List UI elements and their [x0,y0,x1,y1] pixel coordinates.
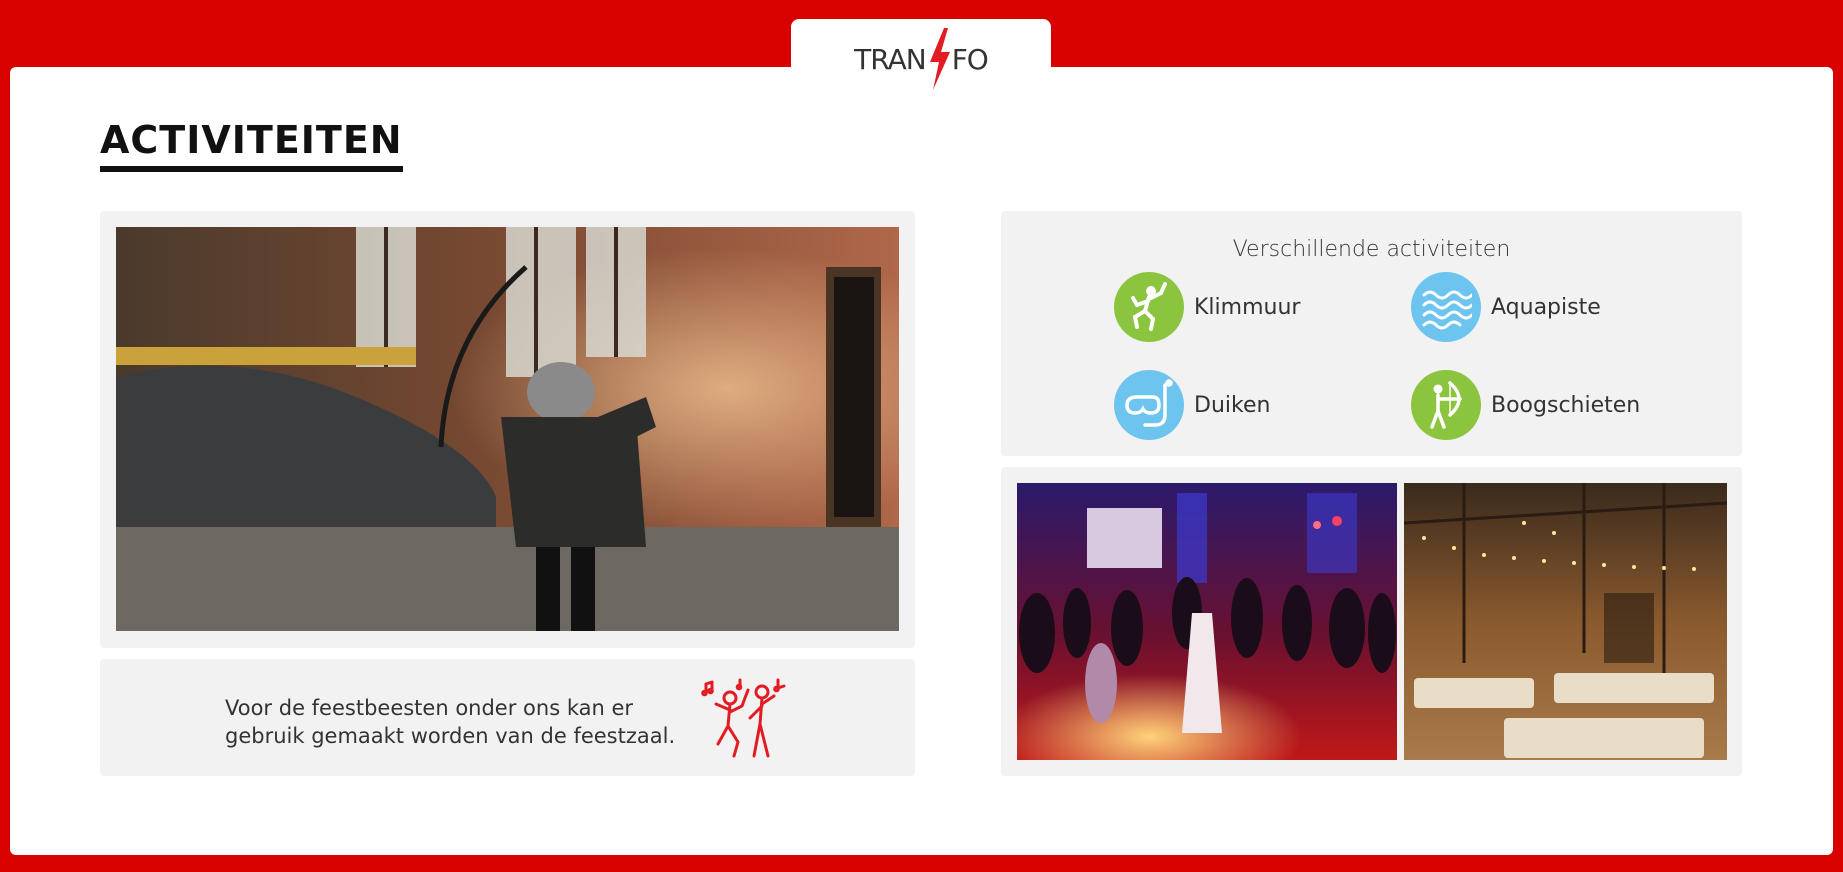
venue-hall-photo [1404,483,1727,760]
activity-label: Aquapiste [1491,294,1601,320]
venue-photos-card [1001,467,1742,776]
activity-label: Duiken [1194,392,1271,418]
party-info-card: Voor de feestbeesten onder ons kan er ge… [100,659,915,776]
activity-aquapiste[interactable]: Aquapiste [1411,272,1601,342]
activity-duiken[interactable]: Duiken [1114,370,1270,440]
party-text: Voor de feestbeesten onder ons kan er ge… [225,696,676,748]
activity-boogschieten[interactable]: Boogschieten [1411,370,1640,440]
archery-photo [116,227,899,631]
activity-label: Klimmuur [1194,294,1301,320]
activity-klimmuur[interactable]: Klimmuur [1114,272,1300,342]
archery-icon [1411,370,1481,440]
lightning-bolt-icon [929,28,950,90]
logo-text-right: FO [951,42,989,76]
transfo-logo[interactable]: TRAN FO [854,28,989,90]
activities-card: Verschillende activiteiten Klimmuur Aqua… [1001,211,1742,456]
waves-icon [1411,272,1481,342]
activities-title: Verschillende activiteiten [1232,237,1511,262]
archery-photo-card [100,211,915,648]
climbing-icon [1114,272,1184,342]
logo-text-left: TRAN [854,42,927,76]
dancing-people-icon [701,678,786,758]
diving-mask-icon [1114,370,1184,440]
logo-tab: TRAN FO [791,19,1051,99]
party-photo [1017,483,1397,760]
page-title: ACTIVITEITEN [100,118,403,172]
activity-label: Boogschieten [1491,392,1641,418]
